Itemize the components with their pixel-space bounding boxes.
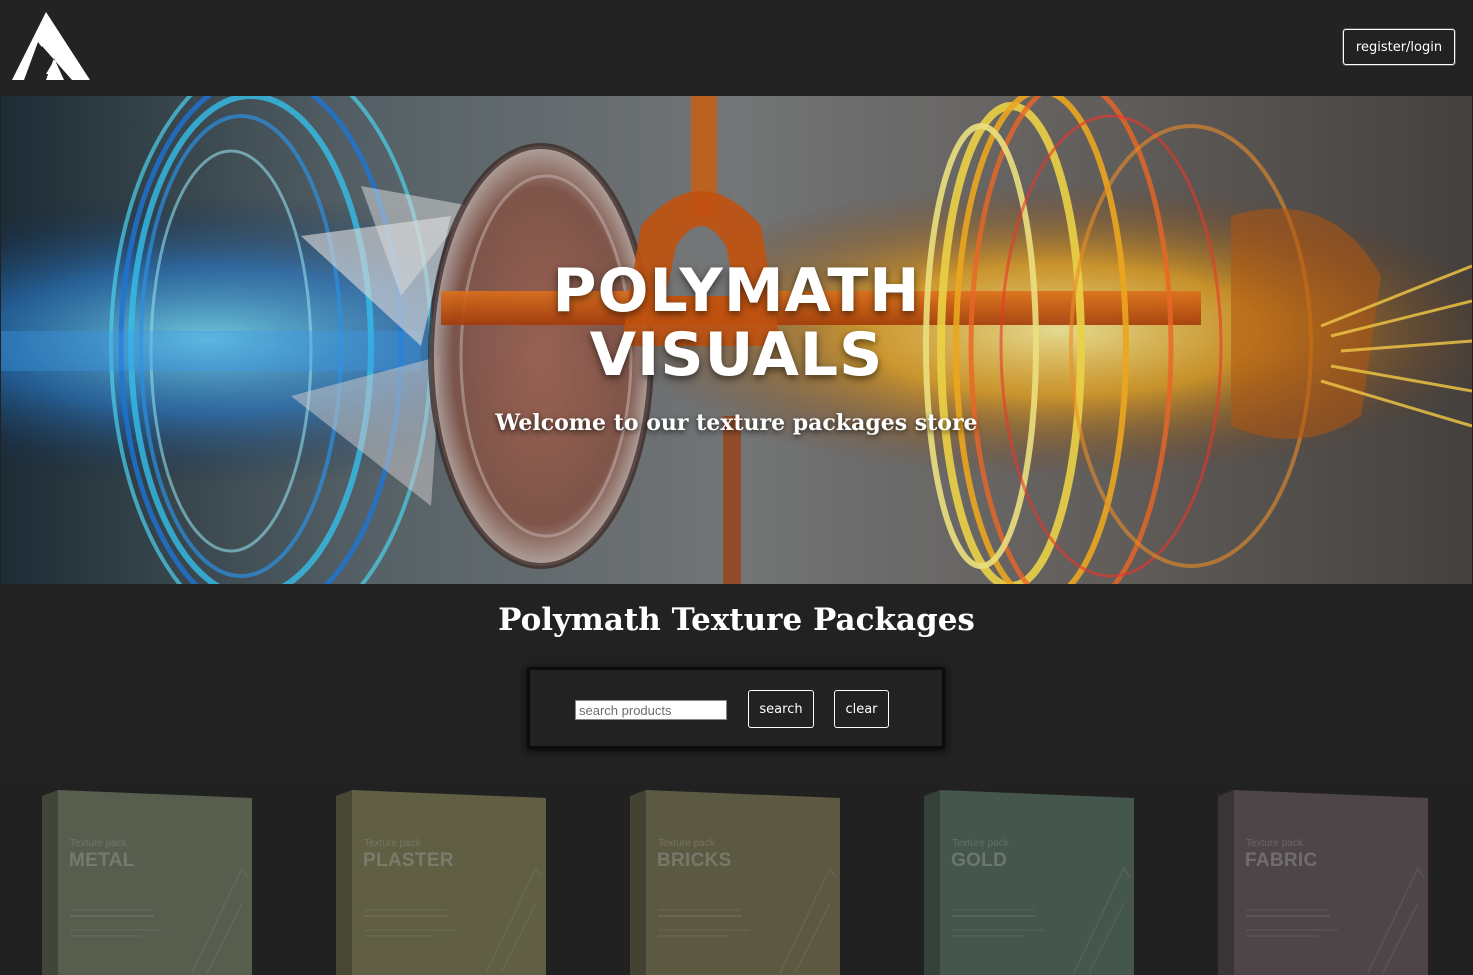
product-card[interactable]: Texture pack FABRIC — [1218, 788, 1430, 975]
product-box-image — [336, 790, 546, 975]
product-box-image — [1218, 790, 1428, 975]
hero-title-line2: VISUALS — [589, 320, 884, 390]
product-pack-label: Texture pack — [364, 838, 421, 849]
product-box-image — [42, 790, 252, 975]
product-name: FABRIC — [1245, 850, 1318, 871]
section-title: Polymath Texture Packages — [498, 602, 975, 638]
product-box-image — [630, 790, 840, 975]
search-panel: search clear — [527, 667, 945, 749]
product-name: PLASTER — [363, 850, 454, 871]
search-input[interactable] — [575, 700, 727, 720]
product-card[interactable]: Texture pack GOLD — [924, 788, 1136, 975]
hero-title: POLYMATH VISUALS — [1, 259, 1472, 387]
hero-banner: POLYMATH VISUALS Welcome to our texture … — [1, 96, 1472, 584]
top-navbar: register/login — [0, 0, 1473, 96]
product-box-image — [924, 790, 1134, 975]
polymath-triangle-logo-icon[interactable] — [12, 12, 90, 80]
product-name: METAL — [69, 850, 135, 871]
search-button[interactable]: search — [748, 690, 814, 728]
hero-title-line1: POLYMATH — [552, 256, 921, 326]
clear-button[interactable]: clear — [834, 690, 889, 728]
product-card[interactable]: Texture pack BRICKS — [630, 788, 842, 975]
hero-tagline: Welcome to our texture packages store — [495, 410, 978, 436]
product-pack-label: Texture pack — [952, 838, 1009, 849]
register-login-button[interactable]: register/login — [1343, 29, 1455, 65]
product-pack-label: Texture pack — [70, 838, 127, 849]
product-name: BRICKS — [657, 850, 732, 871]
product-card[interactable]: Texture pack METAL — [42, 788, 254, 975]
product-card[interactable]: Texture pack PLASTER — [336, 788, 548, 975]
page: register/login POLYMATH VISUALS Welcome … — [0, 0, 1473, 975]
product-pack-label: Texture pack — [1246, 838, 1303, 849]
product-pack-label: Texture pack — [658, 838, 715, 849]
product-name: GOLD — [951, 850, 1008, 871]
